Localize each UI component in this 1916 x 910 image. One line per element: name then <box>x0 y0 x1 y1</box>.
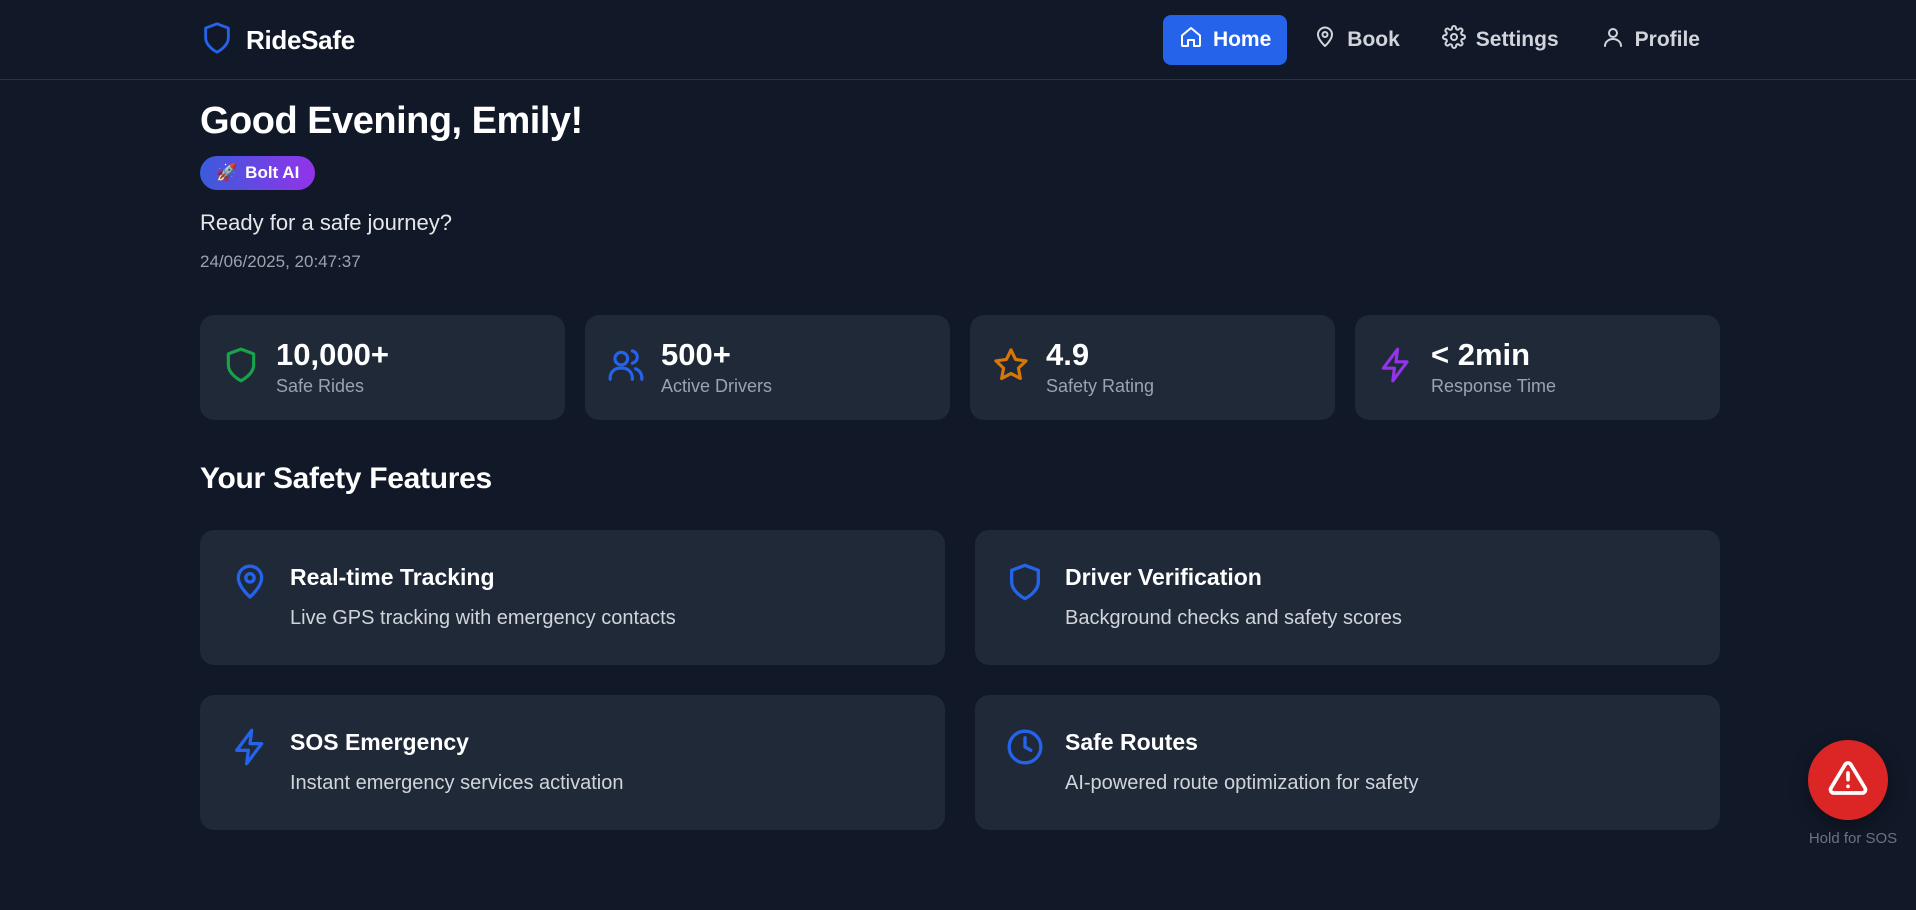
star-icon <box>992 346 1030 389</box>
stat-card-safety-rating: 4.9 Safety Rating <box>970 315 1335 420</box>
feature-card-realtime-tracking[interactable]: Real-time Tracking Live GPS tracking wit… <box>200 530 945 665</box>
nav-item-book[interactable]: Book <box>1297 15 1416 65</box>
feature-title: SOS Emergency <box>290 729 469 755</box>
bolt-ai-badge[interactable]: 🚀 Bolt AI <box>200 156 316 190</box>
nav-item-settings[interactable]: Settings <box>1426 15 1575 65</box>
sos-button[interactable] <box>1808 740 1888 820</box>
nav-item-label: Settings <box>1475 28 1559 51</box>
nav-item-label: Book <box>1347 28 1400 51</box>
stat-label: Safe Rides <box>276 376 365 397</box>
nav-item-profile[interactable]: Profile <box>1585 15 1716 65</box>
feature-description: AI-powered route optimization for safety <box>1065 772 1419 794</box>
feature-description: Live GPS tracking with emergency contact… <box>290 607 676 629</box>
badge-label: Bolt AI <box>245 163 300 182</box>
feature-title: Driver Verification <box>1065 564 1262 590</box>
greeting-subtitle: Ready for a safe journey? <box>200 210 452 235</box>
stat-label: Active Drivers <box>661 376 773 397</box>
map-pin-icon <box>230 560 270 607</box>
shield-icon <box>1005 560 1045 607</box>
stat-value: 4.9 <box>1046 336 1090 372</box>
stat-value: 500+ <box>661 336 731 372</box>
feature-card-safe-routes[interactable]: Safe Routes AI-powered route optimizatio… <box>975 695 1720 830</box>
current-datetime: 24/06/2025, 20:47:37 <box>200 252 361 271</box>
feature-title: Safe Routes <box>1065 729 1198 755</box>
nav-item-home[interactable]: Home <box>1162 15 1288 65</box>
top-navigation-bar: RideSafe Home Book Settings Profile <box>0 0 1916 80</box>
warning-icon <box>1828 758 1868 803</box>
brand-logo[interactable]: RideSafe <box>200 18 355 62</box>
stat-value: 10,000+ <box>276 336 389 372</box>
shield-icon <box>222 346 260 389</box>
clock-icon <box>1005 725 1045 772</box>
greeting-heading: Good Evening, Emily! <box>200 100 583 142</box>
stat-card-active-drivers: 500+ Active Drivers <box>585 315 950 420</box>
stat-card-safe-rides: 10,000+ Safe Rides <box>200 315 565 420</box>
lightning-icon <box>230 725 270 772</box>
shield-icon <box>200 19 234 62</box>
sos-hint-text: Hold for SOS <box>1808 830 1898 847</box>
users-icon <box>607 346 645 389</box>
safety-features-grid: Real-time Tracking Live GPS tracking wit… <box>200 530 1720 830</box>
user-icon <box>1601 25 1625 55</box>
map-pin-icon <box>1313 25 1337 55</box>
safety-features-heading: Your Safety Features <box>200 462 492 495</box>
brand-name: RideSafe <box>246 24 355 55</box>
feature-title: Real-time Tracking <box>290 564 495 590</box>
stats-row: 10,000+ Safe Rides 500+ Active Drivers 4… <box>200 315 1720 420</box>
home-icon <box>1179 25 1203 55</box>
nav-item-label: Profile <box>1634 28 1700 51</box>
stat-value: < 2min <box>1431 336 1531 372</box>
gear-icon <box>1441 25 1466 55</box>
feature-description: Background checks and safety scores <box>1065 607 1402 629</box>
main-nav: Home Book Settings Profile <box>1162 15 1716 65</box>
lightning-icon <box>1377 346 1415 389</box>
stat-card-response-time: < 2min Response Time <box>1355 315 1720 420</box>
feature-description: Instant emergency services activation <box>290 772 624 794</box>
nav-item-label: Home <box>1212 28 1272 51</box>
feature-card-driver-verification[interactable]: Driver Verification Background checks an… <box>975 530 1720 665</box>
rocket-icon: 🚀 <box>216 163 238 182</box>
feature-card-sos-emergency[interactable]: SOS Emergency Instant emergency services… <box>200 695 945 830</box>
stat-label: Safety Rating <box>1046 376 1155 397</box>
stat-label: Response Time <box>1431 376 1557 397</box>
